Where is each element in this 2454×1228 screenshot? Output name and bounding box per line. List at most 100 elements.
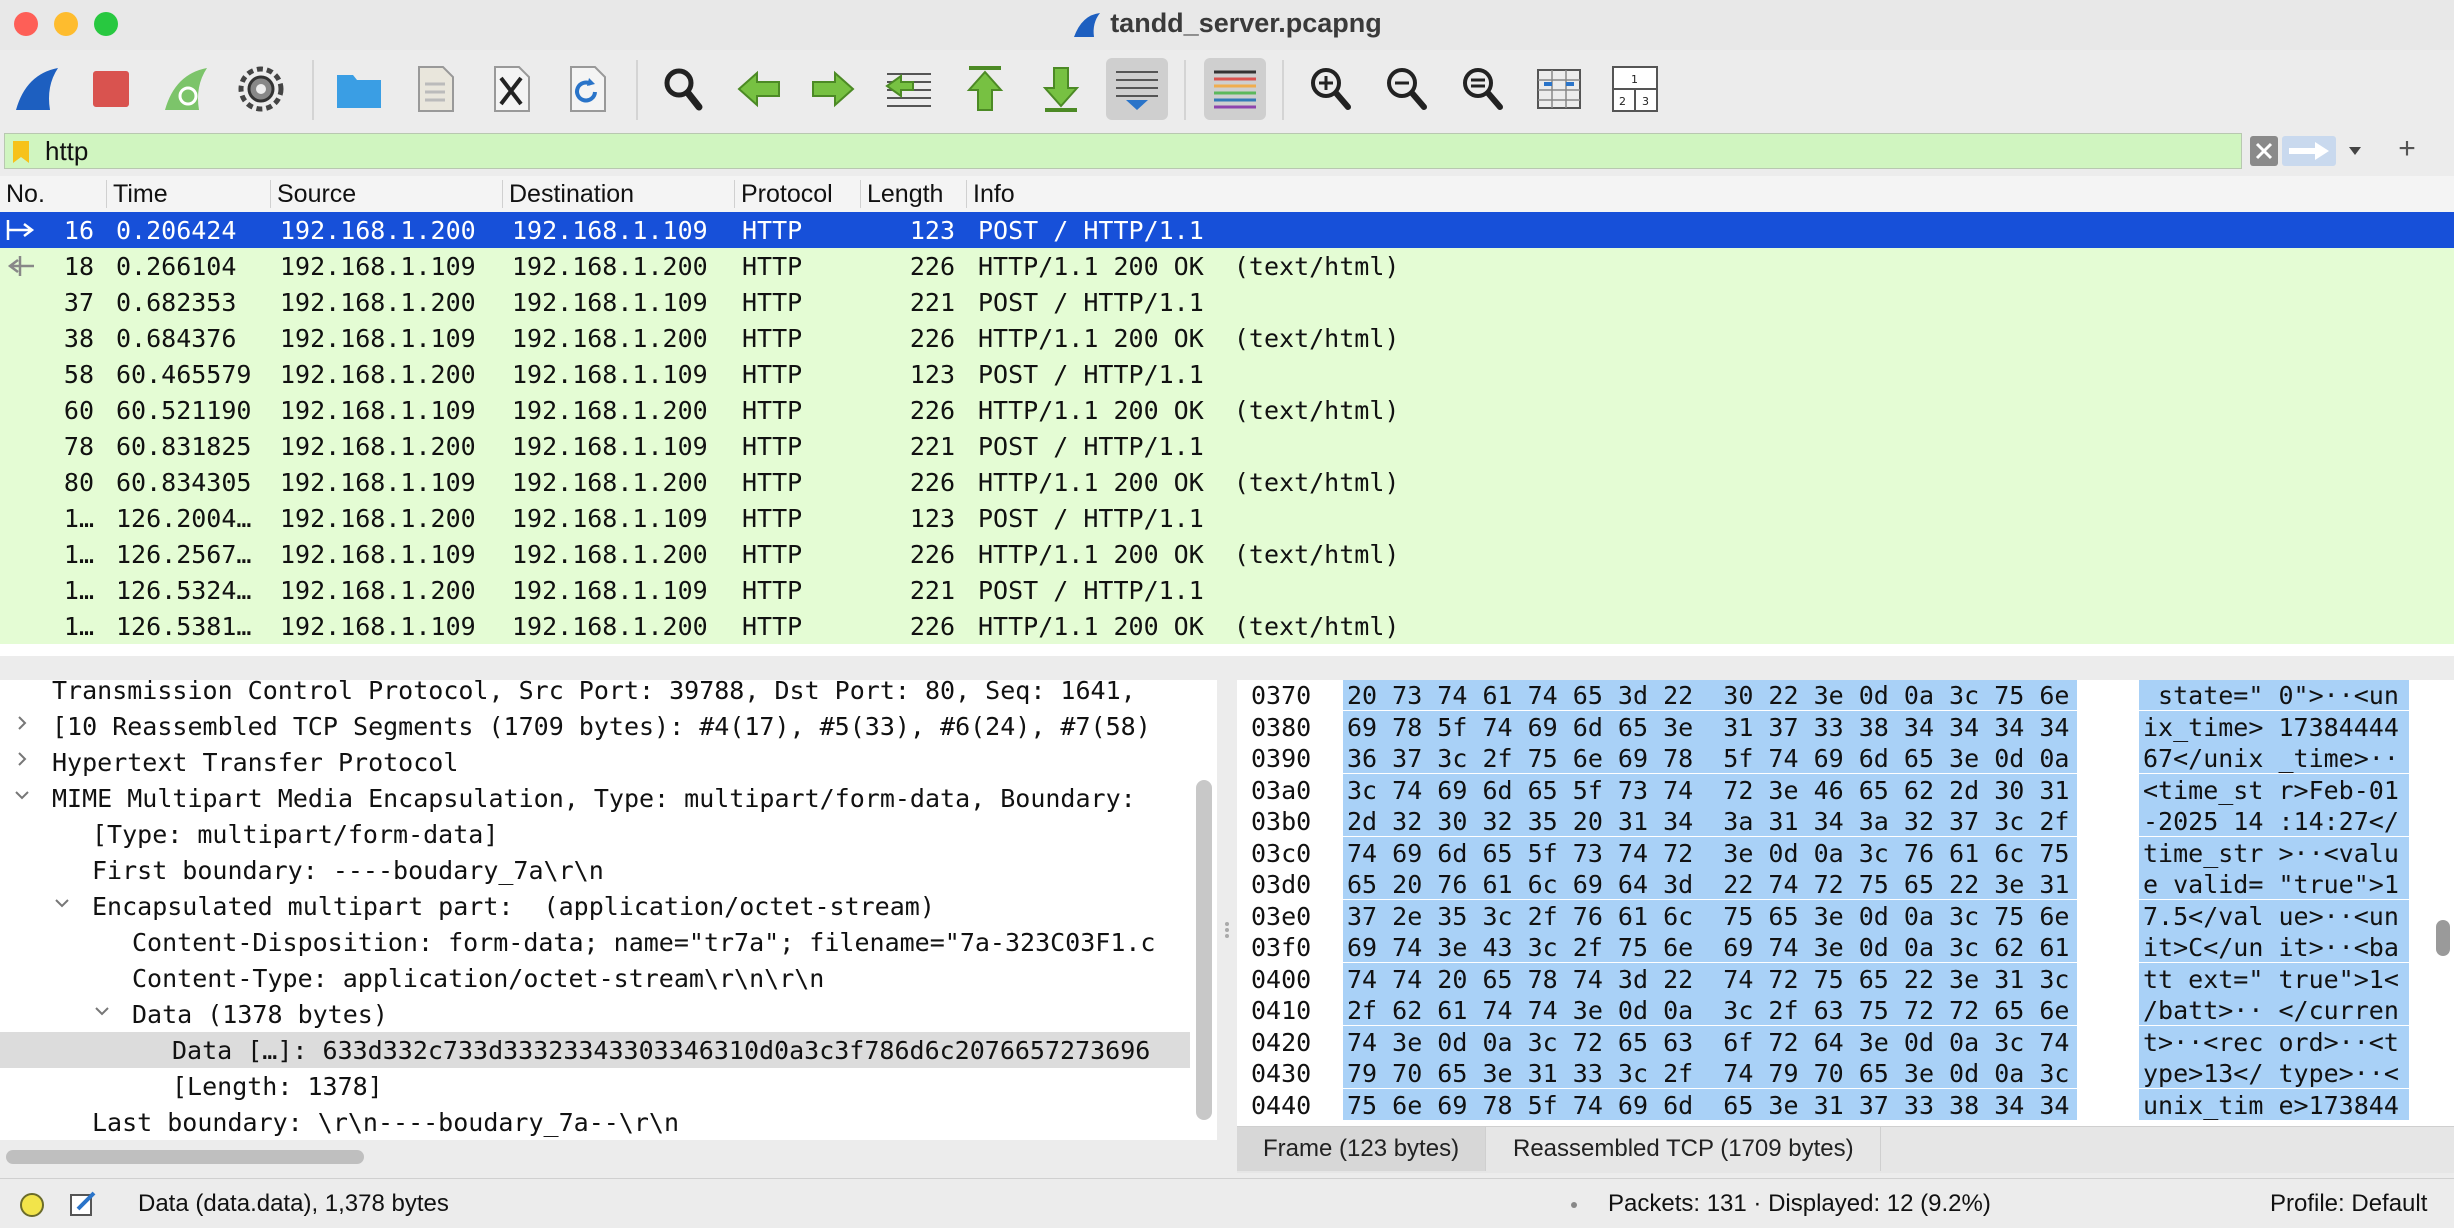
hex-bytes[interactable]: 74 69 6d 65 5f 73 74 72 3e 0d 0a 3c 76 6…: [1343, 836, 2077, 868]
ascii-bytes[interactable]: time_str >··<valu: [2139, 836, 2409, 868]
ascii-bytes[interactable]: unix_tim e>173844: [2139, 1088, 2409, 1120]
open-file-button[interactable]: [328, 58, 390, 120]
restart-capture-button[interactable]: [155, 58, 217, 120]
resize-columns-button[interactable]: [1528, 58, 1590, 120]
ascii-bytes[interactable]: state=" 0">··<un: [2139, 680, 2409, 710]
column-source[interactable]: Source: [270, 180, 356, 208]
column-info[interactable]: Info: [966, 180, 1015, 208]
detail-tree-item[interactable]: Last boundary: \r\n----boudary_7a--\r\n: [0, 1104, 1190, 1140]
detail-tree-item[interactable]: [10 Reassembled TCP Segments (1709 bytes…: [0, 708, 1190, 744]
chevron-right-icon[interactable]: [14, 712, 30, 737]
packet-row[interactable]: 18 0.266104 192.168.1.109 192.168.1.200 HTTP…: [0, 248, 2454, 284]
chevron-right-icon[interactable]: [14, 748, 30, 773]
packet-row[interactable]: 1… 126.2567… 192.168.1.109 192.168.1.200 HTT…: [0, 536, 2454, 572]
apply-filter-button[interactable]: [2282, 136, 2336, 166]
hex-bytes[interactable]: 75 6e 69 78 5f 74 69 6d 65 3e 31 37 33 3…: [1343, 1088, 2077, 1120]
zoom-normal-button[interactable]: [1452, 58, 1514, 120]
go-back-button[interactable]: [728, 58, 790, 120]
colorize-button[interactable]: [1204, 58, 1266, 120]
packet-row[interactable]: 1… 126.5381… 192.168.1.109 192.168.1.200 HTT…: [0, 608, 2454, 644]
packet-row[interactable]: 1… 126.5324… 192.168.1.200 192.168.1.109 HTT…: [0, 572, 2454, 608]
go-to-packet-button[interactable]: [878, 58, 940, 120]
display-filter-input[interactable]: http: [4, 133, 2242, 169]
packet-row[interactable]: 16 0.206424 192.168.1.200 192.168.1.109 HTTP…: [0, 212, 2454, 248]
detail-tree-item[interactable]: Content-Disposition: form-data; name="tr…: [0, 924, 1190, 960]
close-file-button[interactable]: [480, 58, 542, 120]
go-last-packet-button[interactable]: [1030, 58, 1092, 120]
bytes-scrollbar[interactable]: [2436, 920, 2450, 956]
chevron-down-icon[interactable]: [94, 1000, 110, 1025]
detail-tree-item[interactable]: Data (1378 bytes): [0, 996, 1190, 1032]
detail-tree-item[interactable]: [Length: 1378]: [0, 1068, 1190, 1104]
hex-bytes[interactable]: 69 74 3e 43 3c 2f 75 6e 69 74 3e 0d 0a 3…: [1343, 931, 2077, 962]
detail-tree-item[interactable]: First boundary: ----boudary_7a\r\n: [0, 852, 1190, 888]
chevron-down-icon[interactable]: [14, 784, 30, 809]
packet-row[interactable]: 1… 126.2004… 192.168.1.200 192.168.1.109 HTT…: [0, 500, 2454, 536]
packet-row[interactable]: 78 60.831825 192.168.1.200 192.168.1.109 HTT…: [0, 428, 2454, 464]
layout-button[interactable]: 12 3: [1604, 58, 1666, 120]
hex-bytes[interactable]: 74 74 20 65 78 74 3d 22 74 72 75 65 22 3…: [1343, 962, 2077, 994]
packet-row[interactable]: 58 60.465579 192.168.1.200 192.168.1.109 HTT…: [0, 356, 2454, 392]
ascii-bytes[interactable]: <time_st r>Feb-01: [2139, 773, 2409, 805]
hex-bytes[interactable]: 2d 32 30 32 35 20 31 34 3a 31 34 3a 32 3…: [1343, 805, 2077, 836]
vertical-splitter[interactable]: [1217, 680, 1237, 1178]
start-capture-button[interactable]: [6, 58, 68, 120]
go-first-packet-button[interactable]: [954, 58, 1016, 120]
bookmark-icon[interactable]: [11, 139, 31, 165]
column-protocol[interactable]: Protocol: [734, 180, 833, 208]
save-file-button[interactable]: [404, 58, 466, 120]
ascii-bytes[interactable]: t>··<rec ord>··<t: [2139, 1025, 2409, 1057]
column-no[interactable]: No.: [0, 180, 45, 208]
ascii-bytes[interactable]: it>C</un it>··<ba: [2139, 931, 2409, 962]
ascii-bytes[interactable]: ype>13</ type>··<: [2139, 1057, 2409, 1088]
ascii-bytes[interactable]: 67</unix _time>··: [2139, 742, 2409, 773]
zoom-in-button[interactable]: [1300, 58, 1362, 120]
ascii-bytes[interactable]: /batt>·· </curren: [2139, 994, 2409, 1025]
display-filter-text[interactable]: http: [45, 136, 88, 167]
clear-filter-button[interactable]: [2250, 136, 2278, 166]
detail-tree-item[interactable]: MIME Multipart Media Encapsulation, Type…: [0, 780, 1190, 816]
packet-row[interactable]: 37 0.682353 192.168.1.200 192.168.1.109 HTTP…: [0, 284, 2454, 320]
zoom-out-button[interactable]: [1376, 58, 1438, 120]
add-filter-button[interactable]: +: [2392, 132, 2422, 168]
reload-file-button[interactable]: [556, 58, 618, 120]
tab-frame-bytes[interactable]: Frame (123 bytes): [1237, 1127, 1487, 1171]
pane-splitter[interactable]: [0, 656, 2454, 680]
packet-row[interactable]: 80 60.834305 192.168.1.109 192.168.1.200 HTT…: [0, 464, 2454, 500]
detail-tree-item[interactable]: Hypertext Transfer Protocol: [0, 744, 1190, 780]
chevron-down-icon[interactable]: [54, 892, 70, 917]
detail-tree-item[interactable]: Encapsulated multipart part: (applicatio…: [0, 888, 1190, 924]
hex-bytes[interactable]: 2f 62 61 74 74 3e 0d 0a 3c 2f 63 75 72 7…: [1343, 994, 2077, 1025]
details-horizontal-scrollbar[interactable]: [6, 1150, 364, 1164]
ascii-bytes[interactable]: ix_time> 17384444: [2139, 710, 2409, 742]
tab-reassembled-tcp[interactable]: Reassembled TCP (1709 bytes): [1487, 1127, 1881, 1171]
packet-row[interactable]: 60 60.521190 192.168.1.109 192.168.1.200 HTT…: [0, 392, 2454, 428]
ascii-bytes[interactable]: e valid= "true">1: [2139, 868, 2409, 899]
auto-scroll-button[interactable]: [1106, 58, 1168, 120]
details-vertical-scrollbar[interactable]: [1196, 780, 1212, 1120]
packet-row[interactable]: 38 0.684376 192.168.1.109 192.168.1.200 HTTP…: [0, 320, 2454, 356]
go-forward-button[interactable]: [802, 58, 864, 120]
hex-bytes[interactable]: 65 20 76 61 6c 69 64 3d 22 74 72 75 65 2…: [1343, 868, 2077, 899]
detail-tree-item[interactable]: [Type: multipart/form-data]: [0, 816, 1190, 852]
stop-capture-button[interactable]: [80, 58, 142, 120]
expert-info-icon[interactable]: [18, 1191, 46, 1219]
ascii-bytes[interactable]: 7.5</val ue>··<un: [2139, 899, 2409, 931]
edit-comment-icon[interactable]: [68, 1189, 98, 1219]
column-time[interactable]: Time: [106, 180, 168, 208]
hex-bytes[interactable]: 74 3e 0d 0a 3c 72 65 63 6f 72 64 3e 0d 0…: [1343, 1025, 2077, 1057]
hex-bytes[interactable]: 69 78 5f 74 69 6d 65 3e 31 37 33 38 34 3…: [1343, 710, 2077, 742]
status-profile[interactable]: Profile: Default: [2270, 1190, 2427, 1218]
ascii-bytes[interactable]: tt ext=" true">1<: [2139, 962, 2409, 994]
recent-filters-dropdown[interactable]: [2340, 136, 2370, 166]
hex-bytes[interactable]: 20 73 74 61 74 65 3d 22 30 22 3e 0d 0a 3…: [1343, 680, 2077, 710]
column-destination[interactable]: Destination: [502, 180, 634, 208]
hex-bytes[interactable]: 37 2e 35 3c 2f 76 61 6c 75 65 3e 0d 0a 3…: [1343, 899, 2077, 931]
hex-bytes[interactable]: 3c 74 69 6d 65 5f 73 74 72 3e 46 65 62 2…: [1343, 773, 2077, 805]
hex-bytes[interactable]: 36 37 3c 2f 75 6e 69 78 5f 74 69 6d 65 3…: [1343, 742, 2077, 773]
detail-tree-item[interactable]: Content-Type: application/octet-stream\r…: [0, 960, 1190, 996]
find-packet-button[interactable]: [652, 58, 714, 120]
ascii-bytes[interactable]: -2025 14 :14:27</: [2139, 805, 2409, 836]
hex-bytes[interactable]: 79 70 65 3e 31 33 3c 2f 74 79 70 65 3e 0…: [1343, 1057, 2077, 1088]
detail-tree-item[interactable]: Data […]: 633d332c733d33323343303346310d…: [0, 1032, 1190, 1068]
